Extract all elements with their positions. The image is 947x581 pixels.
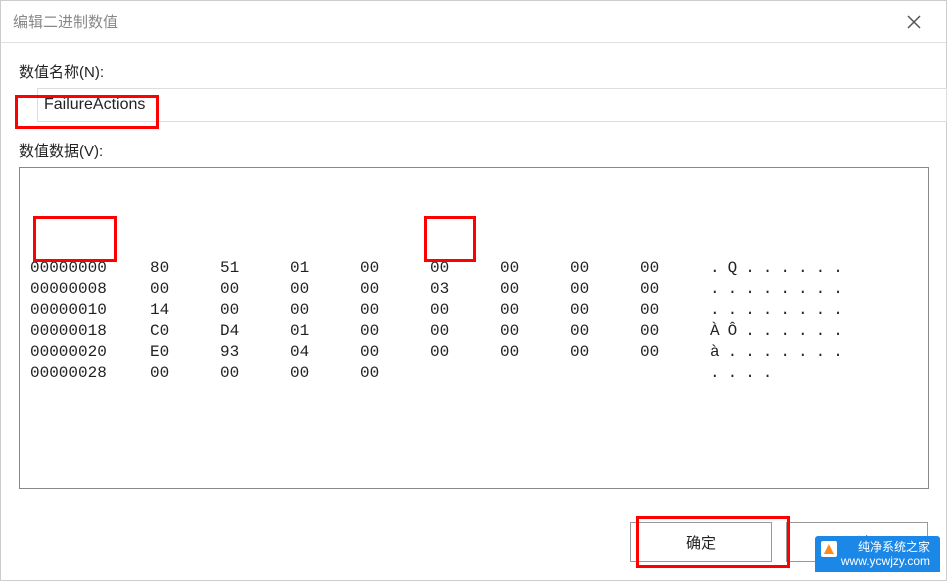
value-data-label: 数值数据(V): [19,140,928,161]
hex-editor[interactable]: 000000008051010000000000.Q......00000008… [19,167,929,489]
value-name-input[interactable] [37,88,947,122]
hex-offset: 00000018 [30,321,150,342]
hex-row[interactable]: 0000002800000000.... [30,363,918,384]
hex-byte[interactable]: 00 [290,300,360,321]
edit-binary-dialog: 编辑二进制数值 数值名称(N): 数值数据(V): 00000000805101… [0,0,947,581]
hex-byte[interactable]: 00 [150,363,220,384]
hex-byte[interactable]: 01 [290,258,360,279]
hex-byte[interactable]: 93 [220,342,290,363]
value-name-label: 数值名称(N): [19,61,928,82]
hex-byte[interactable]: 00 [500,300,570,321]
hex-byte[interactable]: 03 [430,279,500,300]
hex-byte[interactable]: 00 [430,258,500,279]
hex-row[interactable]: 00000020E093040000000000à....... [30,342,918,363]
hex-bytes[interactable]: 00000000 [150,363,710,384]
hex-offset: 00000000 [30,258,150,279]
hex-byte[interactable]: 00 [430,342,500,363]
value-name-container [19,88,928,122]
dialog-title: 编辑二进制数值 [13,11,894,32]
hex-byte[interactable]: 00 [640,300,710,321]
hex-row[interactable]: 000000101400000000000000........ [30,300,918,321]
hex-bytes[interactable]: 1400000000000000 [150,300,710,321]
highlight-offset-box [33,216,117,262]
hex-byte[interactable]: 00 [570,279,640,300]
hex-byte[interactable]: E0 [150,342,220,363]
hex-byte[interactable]: 00 [500,258,570,279]
close-button[interactable] [894,2,934,42]
hex-byte[interactable]: 00 [570,342,640,363]
hex-byte[interactable]: 00 [640,279,710,300]
watermark-line2: www.ycwjzy.com [841,554,930,568]
hex-byte[interactable]: 00 [360,300,430,321]
hex-byte[interactable]: 00 [290,279,360,300]
watermark: 纯净系统之家 www.ycwjzy.com [815,536,940,572]
hex-byte[interactable]: 00 [220,279,290,300]
hex-byte[interactable]: C0 [150,321,220,342]
hex-bytes[interactable]: C0D4010000000000 [150,321,710,342]
hex-offset: 00000010 [30,300,150,321]
hex-byte[interactable]: 00 [360,279,430,300]
hex-byte[interactable]: 00 [360,363,430,384]
hex-byte[interactable]: 00 [150,279,220,300]
hex-offset: 00000008 [30,279,150,300]
dialog-content: 数值名称(N): 数值数据(V): 0000000080510100000000… [1,43,946,489]
hex-row[interactable]: 000000008051010000000000.Q...... [30,258,918,279]
hex-byte[interactable]: 14 [150,300,220,321]
hex-byte[interactable]: 00 [570,258,640,279]
hex-byte[interactable]: 00 [360,258,430,279]
hex-byte[interactable]: 00 [290,363,360,384]
hex-byte[interactable]: 00 [430,321,500,342]
ok-button[interactable]: 确定 [630,522,772,562]
hex-byte[interactable]: 00 [640,342,710,363]
hex-byte[interactable]: 00 [500,279,570,300]
hex-row[interactable]: 000000080000000003000000........ [30,279,918,300]
hex-ascii: ........ [710,279,918,300]
hex-offset: 00000020 [30,342,150,363]
hex-byte[interactable]: 01 [290,321,360,342]
hex-bytes[interactable]: 0000000003000000 [150,279,710,300]
hex-offset: 00000028 [30,363,150,384]
hex-byte[interactable]: 00 [360,321,430,342]
hex-ascii: ........ [710,300,918,321]
close-icon [907,15,921,29]
hex-ascii: à....... [710,342,918,363]
hex-bytes[interactable]: 8051010000000000 [150,258,710,279]
hex-byte[interactable]: 00 [640,321,710,342]
hex-byte[interactable]: 00 [640,258,710,279]
hex-byte[interactable]: 04 [290,342,360,363]
hex-byte[interactable]: 00 [500,321,570,342]
hex-byte[interactable]: 00 [500,342,570,363]
hex-bytes[interactable]: E093040000000000 [150,342,710,363]
hex-byte[interactable]: 00 [570,321,640,342]
hex-byte[interactable]: 51 [220,258,290,279]
highlight-hex-box [424,216,476,262]
hex-byte[interactable]: 00 [220,363,290,384]
hex-ascii: ÀÔ...... [710,321,918,342]
hex-byte[interactable]: 00 [220,300,290,321]
watermark-icon [821,541,837,557]
hex-ascii: .Q...... [710,258,918,279]
hex-byte[interactable]: D4 [220,321,290,342]
watermark-line1: 纯净系统之家 [858,540,930,554]
hex-ascii: .... [710,363,918,384]
hex-byte[interactable]: 00 [360,342,430,363]
titlebar: 编辑二进制数值 [1,1,946,43]
hex-row[interactable]: 00000018C0D4010000000000ÀÔ...... [30,321,918,342]
hex-byte[interactable]: 00 [430,300,500,321]
hex-byte[interactable]: 00 [570,300,640,321]
hex-byte[interactable]: 80 [150,258,220,279]
